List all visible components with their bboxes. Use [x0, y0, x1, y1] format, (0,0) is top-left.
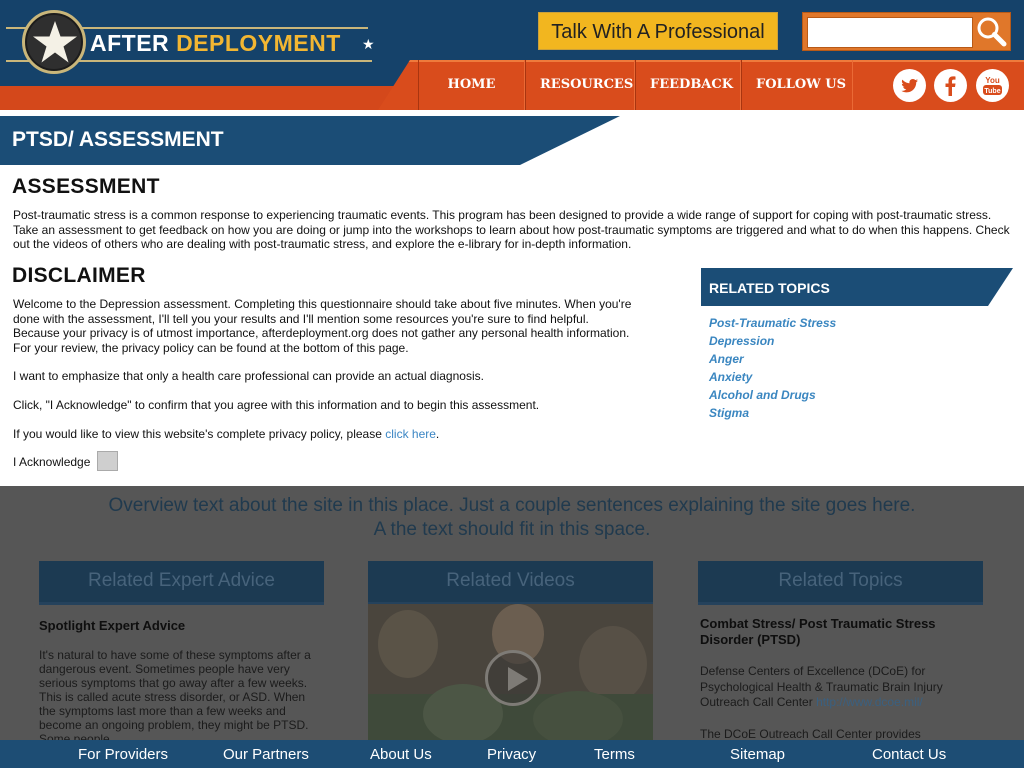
footer-link-privacy[interactable]: Privacy [487, 746, 536, 763]
search-icon [977, 17, 1007, 47]
expert-line: dangerous event. Sometimes people have v… [39, 662, 290, 676]
topic-link-anxiety[interactable]: Anxiety [709, 368, 836, 386]
disclaimer-line: done with the assessment, I'll tell you … [13, 311, 589, 326]
privacy-suffix: . [435, 427, 440, 441]
footer-link-terms[interactable]: Terms [594, 746, 635, 763]
search-input[interactable] [807, 17, 973, 48]
topic-link-alcohol-and-drugs[interactable]: Alcohol and Drugs [709, 386, 836, 404]
disclaimer-line: For your review, the privacy policy can … [13, 340, 409, 355]
logo-word-deployment: DEPLOYMENT [176, 30, 341, 56]
expert-line: the symptoms last more than a few weeks … [39, 704, 286, 718]
related-topics-list: Post-Traumatic Stress Depression Anger A… [709, 314, 836, 422]
expert-line: serious symptoms that go away after a fe… [39, 676, 308, 690]
search-button[interactable] [974, 15, 1008, 48]
footer-link-about-us[interactable]: About Us [370, 746, 432, 763]
logo-small-star-icon: ★ [362, 36, 375, 52]
spotlight-expert-text: It's natural to have some of these sympt… [39, 648, 329, 740]
disclaimer-line: Because your privacy is of utmost import… [13, 326, 630, 341]
site-logo[interactable]: AFTER DEPLOYMENT [90, 30, 341, 57]
related-video-thumbnail[interactable] [368, 604, 653, 740]
facebook-icon[interactable] [934, 69, 967, 102]
dcoe-line: Defense Centers of Excellence (DCoE) for [700, 664, 926, 678]
assessment-line: out the videos of others who are dealing… [13, 237, 632, 252]
topic-link-post-traumatic-stress[interactable]: Post-Traumatic Stress [709, 314, 836, 332]
youtube-icon[interactable]: You Tube [976, 69, 1009, 102]
dcoe-description: Defense Centers of Excellence (DCoE) for… [700, 664, 1000, 711]
dcoe-line: Psychological Health & Traumatic Brain I… [700, 679, 943, 694]
overview-text: Overview text about the site in this pla… [60, 494, 964, 542]
overview-line: A the text should fit in this space. [373, 519, 651, 540]
disclaimer-paragraph-3: Click, "I Acknowledge" to confirm that y… [13, 398, 540, 412]
disclaimer-paragraph-2: I want to emphasize that only a health c… [13, 369, 484, 383]
logo-word-after: AFTER [90, 30, 170, 56]
acknowledge-label: I Acknowledge [13, 455, 91, 469]
expert-line: This is called acute stress disorder, or… [39, 690, 306, 704]
combat-stress-title-line: Combat Stress/ Post Traumatic Stress [700, 616, 936, 631]
assessment-line: Take an assessment to get feedback on ho… [13, 222, 1010, 237]
acknowledge-checkbox[interactable] [97, 451, 118, 471]
privacy-prefix: If you would like to view this website's… [13, 427, 386, 441]
assessment-heading: ASSESSMENT [12, 175, 160, 198]
logo-star-icon[interactable] [22, 10, 86, 74]
overview-line: Overview text about the site in this pla… [108, 495, 916, 516]
svg-text:You: You [985, 76, 1000, 85]
footer-link-our-partners[interactable]: Our Partners [223, 746, 309, 763]
spotlight-expert-title: Spotlight Expert Advice [39, 618, 186, 633]
footer-link-sitemap[interactable]: Sitemap [730, 746, 785, 763]
page-title: PTSD/ ASSESSMENT [12, 128, 224, 151]
nav-home[interactable]: HOME [418, 60, 525, 110]
topic-link-anger[interactable]: Anger [709, 350, 836, 368]
related-topics-heading: RELATED TOPICS [709, 280, 830, 296]
play-icon[interactable] [485, 650, 541, 706]
main-nav: HOME RESOURCES FEEDBACK FOLLOW US [418, 60, 853, 110]
disclaimer-heading: DISCLAIMER [12, 264, 146, 287]
related-videos-header[interactable]: Related Videos [368, 561, 653, 605]
expert-line: It's natural to have some of these sympt… [39, 648, 311, 662]
nav-feedback[interactable]: FEEDBACK [635, 60, 741, 110]
search-box [802, 12, 1011, 51]
talk-with-professional-button[interactable]: Talk With A Professional [538, 12, 778, 50]
dcoe-website-link[interactable]: http://www.dcoe.mil/ [816, 695, 923, 709]
svg-text:Tube: Tube [984, 88, 1000, 95]
related-topics-column-header[interactable]: Related Topics [698, 561, 983, 605]
expert-line: Some people [39, 732, 110, 740]
combat-stress-title[interactable]: Combat Stress/ Post Traumatic Stress Dis… [700, 616, 936, 648]
combat-stress-title-line: Disorder (PTSD) [700, 632, 801, 647]
nav-resources[interactable]: RESOURCES [525, 60, 635, 110]
disclaimer-paragraph-4: If you would like to view this website's… [13, 427, 683, 442]
assessment-intro: Post-traumatic stress is a common respon… [13, 208, 1013, 252]
assessment-line: Post-traumatic stress is a common respon… [13, 208, 992, 222]
disclaimer-line: Welcome to the Depression assessment. Co… [13, 297, 632, 311]
dcoe-line: Outreach Call Center [700, 695, 817, 709]
expert-line: become an ongoing problem, they might be… [39, 718, 309, 732]
footer-link-for-providers[interactable]: For Providers [78, 746, 168, 763]
expert-advice-header[interactable]: Related Expert Advice [39, 561, 324, 605]
nav-follow-us[interactable]: FOLLOW US [741, 60, 853, 110]
dcoe-outreach-text: The DCoE Outreach Call Center provides [700, 727, 921, 741]
topic-link-depression[interactable]: Depression [709, 332, 836, 350]
privacy-policy-link[interactable]: click here [385, 427, 436, 441]
footer-link-contact-us[interactable]: Contact Us [872, 746, 946, 763]
disclaimer-paragraph-1: Welcome to the Depression assessment. Co… [13, 297, 683, 355]
topic-link-stigma[interactable]: Stigma [709, 404, 836, 422]
twitter-icon[interactable] [893, 69, 926, 102]
